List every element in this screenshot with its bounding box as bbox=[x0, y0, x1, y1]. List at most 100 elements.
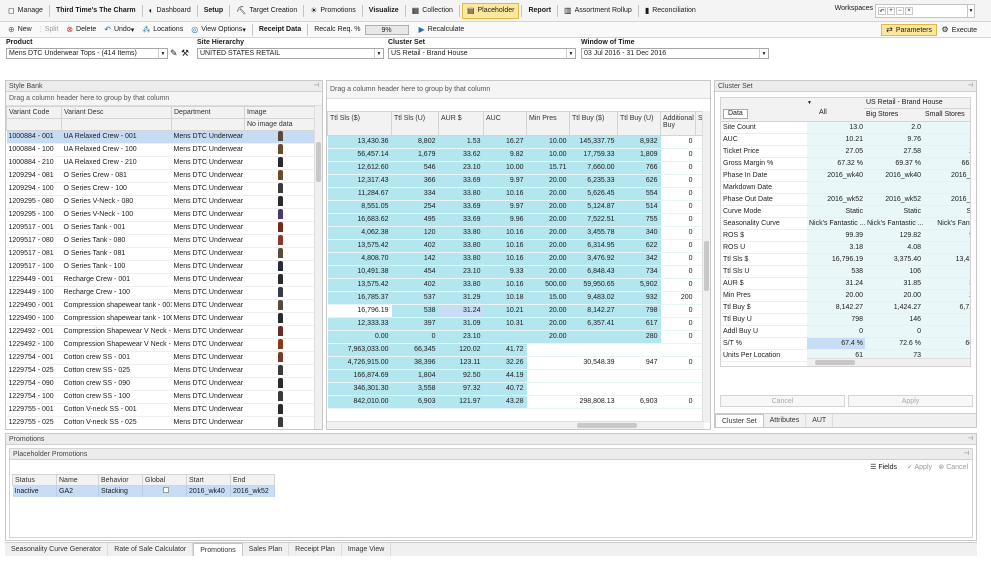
style-row[interactable]: 1000884 - 210 UA Relaxed Crew - 210 Mens D… bbox=[6, 156, 317, 170]
style-row[interactable]: 1229755 - 025 Cotton V-neck SS - 025 Mens … bbox=[6, 416, 317, 429]
filter-cell[interactable] bbox=[61, 118, 172, 131]
promo-col-header[interactable]: Start bbox=[186, 474, 231, 486]
metrics-row[interactable]: 12,317.43 366 33.69 9.97 20.00 6,235.33 626 0 bbox=[327, 174, 708, 188]
metrics-row[interactable]: 13,575.42 402 33.80 10.16 500.00 59,950.65 5,9… bbox=[327, 278, 708, 292]
metrics-cell[interactable]: 32.26 bbox=[483, 356, 527, 370]
style-row[interactable]: 1229490 - 001 Compression shapewear tank … bbox=[6, 299, 317, 313]
cluster-value-cell[interactable]: 2016_wk bbox=[923, 193, 970, 206]
metrics-scrollbar[interactable] bbox=[702, 111, 710, 423]
cluster-value-cell[interactable]: 20.00 bbox=[807, 289, 865, 302]
col-variant-desc[interactable]: Variant Desc bbox=[61, 106, 172, 119]
cluster-value-cell[interactable]: 2016_wk40 bbox=[807, 169, 865, 182]
metrics-group-by-area[interactable]: Drag a column header here to group by th… bbox=[327, 81, 710, 99]
style-row[interactable]: 1209294 - 081 O Series Crew - 081 Mens DTC… bbox=[6, 169, 317, 183]
metrics-cell[interactable] bbox=[569, 343, 618, 357]
cluster-value-cell[interactable]: 4 bbox=[923, 265, 970, 278]
style-row[interactable]: 1229754 - 001 Cotton crew SS - 001 Mens DT… bbox=[6, 351, 317, 365]
scroll-thumb[interactable] bbox=[577, 423, 637, 428]
metrics-cell[interactable]: 10,491.38 bbox=[327, 265, 392, 279]
metrics-cell[interactable]: 5,124.87 bbox=[569, 200, 618, 214]
promo-cell[interactable]: 2016_wk40 bbox=[186, 485, 231, 497]
style-row[interactable]: 1229755 - 090Cotton V-neck SS - 090Mens … bbox=[7, 430, 317, 431]
cluster-value-cell[interactable]: Static bbox=[807, 205, 865, 218]
metrics-cell[interactable]: 10.18 bbox=[483, 291, 527, 305]
metrics-cell[interactable]: 200 bbox=[660, 291, 696, 305]
metrics-cell[interactable]: 7,660.00 bbox=[569, 161, 618, 175]
metrics-cell[interactable]: 20.00 bbox=[526, 330, 570, 344]
metrics-cell[interactable]: 56,457.14 bbox=[327, 148, 392, 162]
metrics-row[interactable]: 4,808.70 142 33.80 10.16 20.00 3,476.92 342 0 bbox=[327, 252, 708, 266]
metrics-cell[interactable]: 947 bbox=[617, 356, 661, 370]
metrics-cell[interactable] bbox=[617, 369, 661, 383]
metrics-cell[interactable]: 121.97 bbox=[438, 395, 484, 409]
tools-icon[interactable]: ⚒ bbox=[181, 48, 189, 59]
metrics-cell[interactable]: 10.00 bbox=[483, 161, 527, 175]
cluster-h-scrollbar[interactable] bbox=[807, 358, 970, 366]
tab-seasonality-curve-generator[interactable]: Seasonality Curve Generator bbox=[5, 543, 109, 556]
tab-promotions[interactable]: Promotions bbox=[193, 543, 243, 556]
cluster-value-cell[interactable]: 3. bbox=[923, 241, 970, 254]
cluster-value-cell[interactable]: 67.4 % bbox=[807, 337, 865, 350]
metrics-cell[interactable]: 340 bbox=[617, 226, 661, 240]
cluster-value-cell[interactable]: 66.84 bbox=[923, 157, 970, 170]
metrics-cell[interactable]: 33.80 bbox=[438, 187, 484, 201]
style-row[interactable]: 1229754 - 025 Cotton crew SS - 025 Mens DT… bbox=[6, 364, 317, 378]
metrics-cell[interactable] bbox=[526, 382, 570, 396]
metrics-cell[interactable]: 8,932 bbox=[617, 135, 661, 149]
pin-icon[interactable]: ⊣ bbox=[968, 82, 973, 89]
metrics-cell[interactable]: 33.62 bbox=[438, 148, 484, 162]
promo-cell[interactable]: Stacking bbox=[98, 485, 143, 497]
filter-cell[interactable] bbox=[6, 118, 62, 131]
metrics-cell[interactable]: 0 bbox=[660, 200, 696, 214]
style-row[interactable]: 1229490 - 100 Compression shapewear tank … bbox=[6, 312, 317, 326]
cluster-value-cell[interactable]: 93. bbox=[923, 229, 970, 242]
metrics-cell[interactable]: 334 bbox=[391, 187, 439, 201]
metrics-cell[interactable]: 20.00 bbox=[526, 226, 570, 240]
metrics-cell[interactable]: 0 bbox=[660, 187, 696, 201]
metrics-cell[interactable]: 31.09 bbox=[438, 317, 484, 331]
cluster-value-cell[interactable]: 6,718. bbox=[923, 301, 970, 314]
metrics-cell[interactable]: 166,874.69 bbox=[327, 369, 392, 383]
split-button[interactable]: ⫶ Split bbox=[36, 22, 63, 38]
metrics-cell[interactable]: 142 bbox=[391, 252, 439, 266]
nav-report[interactable]: Report bbox=[524, 3, 555, 19]
metrics-cell[interactable]: 20.00 bbox=[526, 200, 570, 214]
parameters-button[interactable]: ⇄ Parameters bbox=[881, 24, 937, 36]
promo-col-header[interactable]: Status bbox=[12, 474, 57, 486]
metrics-cell[interactable]: 40.72 bbox=[483, 382, 527, 396]
cluster-value-cell[interactable]: 2016_wk52 bbox=[865, 193, 923, 206]
metrics-col-header[interactable]: Ttl Buy ($) bbox=[569, 111, 618, 136]
cluster-apply-button[interactable]: Apply bbox=[848, 395, 973, 407]
metrics-cell[interactable]: 280 bbox=[617, 330, 661, 344]
metrics-cell[interactable]: 0 bbox=[660, 174, 696, 188]
cluster-value-cell[interactable]: 9.76 bbox=[865, 133, 923, 146]
metrics-cell[interactable]: 454 bbox=[391, 265, 439, 279]
style-row[interactable]: 1000884 - 100 UA Relaxed Crew - 100 Mens D… bbox=[6, 143, 317, 157]
edit-pencil-icon[interactable]: ✎ bbox=[170, 48, 178, 59]
metrics-cell[interactable]: 8,551.05 bbox=[327, 200, 392, 214]
metrics-row[interactable]: 11,284.67 334 33.80 10.16 20.00 5,626.45 554 0 bbox=[327, 187, 708, 201]
cluster-set-dropdown[interactable]: US Retail - Brand House ▼ bbox=[388, 48, 576, 59]
scroll-thumb[interactable] bbox=[815, 360, 855, 365]
metrics-row[interactable]: 7,963,033.00 66,345 120.02 41.72 bbox=[327, 343, 708, 357]
nav-manage[interactable]: ◻ Manage bbox=[4, 3, 47, 19]
metrics-cell[interactable]: 20.00 bbox=[526, 187, 570, 201]
pin-icon[interactable]: ⊣ bbox=[964, 450, 969, 457]
promo-col-header[interactable]: Behavior bbox=[98, 474, 143, 486]
style-row[interactable]: 1000884 - 001 UA Relaxed Crew - 001 Mens D… bbox=[6, 130, 317, 144]
metrics-cell[interactable]: 5,902 bbox=[617, 278, 661, 292]
metrics-row[interactable]: 16,785.37 537 31.29 10.18 15.00 9,483.02 932 20… bbox=[327, 291, 708, 305]
metrics-cell[interactable]: 9.97 bbox=[483, 174, 527, 188]
metrics-row[interactable]: 16,683.62 495 33.69 9.96 20.00 7,522.51 755 0 bbox=[327, 213, 708, 227]
metrics-cell[interactable]: 6,903 bbox=[391, 395, 439, 409]
style-row[interactable]: 1229449 - 001 Recharge Crew - 001 Mens DTC… bbox=[6, 273, 317, 287]
metrics-cell[interactable]: 7,522.51 bbox=[569, 213, 618, 227]
metrics-cell[interactable]: 734 bbox=[617, 265, 661, 279]
metrics-cell[interactable]: 4,062.38 bbox=[327, 226, 392, 240]
cluster-value-cell[interactable]: Nick's Fantas bbox=[923, 217, 970, 230]
nav-placeholder[interactable]: ▤ Placeholder bbox=[461, 2, 520, 19]
metrics-cell[interactable]: 23.10 bbox=[438, 265, 484, 279]
style-row[interactable]: 1209517 - 001 O Series Tank - 001 Mens DTC… bbox=[6, 221, 317, 235]
cluster-value-cell[interactable]: 27.05 bbox=[807, 145, 865, 158]
filter-cell[interactable] bbox=[171, 118, 245, 131]
